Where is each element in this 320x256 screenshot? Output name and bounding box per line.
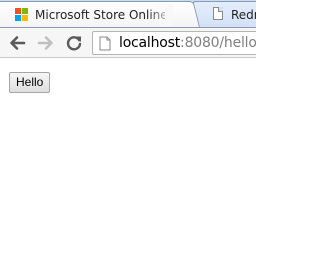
url-path: :8080/hello [180,35,256,51]
forward-button[interactable] [34,32,58,54]
page-content: Hello [0,58,256,256]
hello-button[interactable]: Hello [9,72,51,93]
browser-toolbar: localhost:8080/hello [0,27,256,58]
back-button[interactable] [5,32,29,54]
tab-title-fade [147,4,173,26]
tab-title: Microsoft Store Online - W [35,8,165,22]
tab-title: Redn [231,8,256,22]
forward-arrow-icon [37,36,53,50]
tab-microsoft-store[interactable]: Microsoft Store Online - W [0,1,201,27]
page-icon [99,36,111,51]
microsoft-logo-icon [15,8,29,22]
tab-strip: Microsoft Store Online - W Redn [0,0,256,27]
url-host: localhost [119,35,181,51]
reload-icon [66,36,82,51]
browser-window: Microsoft Store Online - W Redn [0,0,256,256]
address-bar[interactable]: localhost:8080/hello [92,31,256,55]
url-text: localhost:8080/hello [119,35,256,51]
page-icon [213,7,223,20]
back-arrow-icon [10,36,26,50]
reload-button[interactable] [62,32,86,54]
tab-redn[interactable]: Redn [191,1,256,27]
